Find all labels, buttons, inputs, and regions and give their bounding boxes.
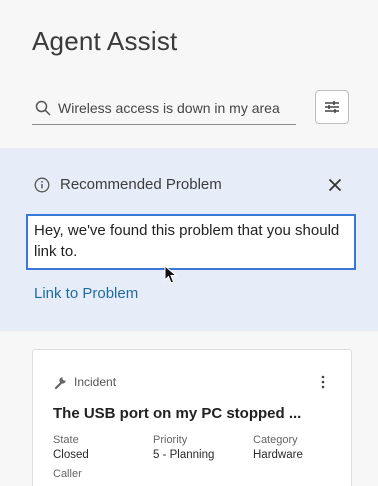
card-fields: State Closed Priority 5 - Planning Categ… xyxy=(53,434,353,463)
close-button[interactable] xyxy=(324,174,346,196)
field-value: Hardware xyxy=(253,449,303,461)
mouse-pointer-icon xyxy=(164,265,178,284)
field-value: Closed xyxy=(53,449,89,461)
card-title[interactable]: The USB port on my PC stopped ... xyxy=(53,405,343,422)
field-label: State xyxy=(53,434,79,446)
recommendation-header: Recommended Problem xyxy=(34,176,222,193)
filter-button[interactable] xyxy=(315,90,349,124)
filter-sliders-icon xyxy=(325,101,339,113)
recommendation-panel: Recommended Problem Hey, we've found thi… xyxy=(0,148,378,331)
field-state: State Closed xyxy=(53,434,153,463)
page-title: Agent Assist xyxy=(32,26,178,56)
more-options-icon[interactable] xyxy=(317,374,329,390)
card-type-label: Incident xyxy=(74,375,117,389)
caller-label: Caller xyxy=(53,468,82,480)
field-category: Category Hardware xyxy=(253,434,353,463)
search-icon xyxy=(35,100,51,116)
recommendation-message: Hey, we've found this problem that you s… xyxy=(26,214,356,270)
wrench-icon xyxy=(54,377,66,390)
incident-card[interactable]: Incident The USB port on my PC stopped .… xyxy=(32,349,352,486)
search-bar xyxy=(32,92,296,125)
field-priority: Priority 5 - Planning xyxy=(153,434,253,463)
info-icon xyxy=(34,177,50,192)
field-label: Priority xyxy=(153,434,188,446)
close-icon xyxy=(328,178,342,192)
search-input[interactable] xyxy=(58,96,290,120)
link-to-problem-link[interactable]: Link to Problem xyxy=(34,285,138,302)
recommendation-heading: Recommended Problem xyxy=(60,176,222,193)
card-type: Incident xyxy=(53,374,116,390)
field-label: Category xyxy=(253,434,298,446)
field-value: 5 - Planning xyxy=(153,449,215,461)
